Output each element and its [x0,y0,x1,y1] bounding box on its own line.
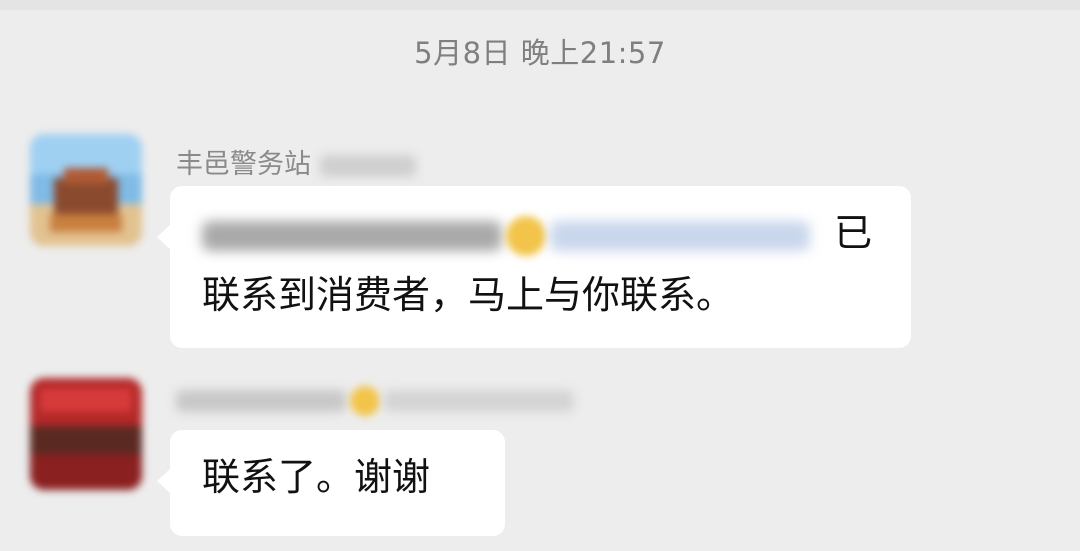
chat-timestamp: 5月8日 晚上21:57 [414,36,666,70]
blurred-sender-name [176,389,346,412]
station-avatar-icon [30,134,142,246]
avatar[interactable] [30,134,142,246]
message-bubble[interactable]: 联系了。谢谢 [157,430,505,536]
emoji-blurred-icon [350,385,380,416]
sender-name [176,384,574,416]
message-text-line2: 联系到消费者，马上与你联系。 [202,273,735,317]
bubble-tail [157,468,171,494]
blurred-mention [202,220,502,251]
top-divider [0,0,1080,10]
emoji-blurred-icon [506,215,546,256]
message-text-line1-end: 已 [834,211,873,255]
bubble-tail [157,224,171,250]
blurred-mention-2 [550,220,810,251]
message-text: 联系了。谢谢 [202,455,431,499]
user-avatar-icon [30,378,142,490]
blurred-sender-suffix [384,389,574,412]
avatar[interactable] [30,378,142,490]
message-bubble[interactable]: 已 联系到消费者，马上与你联系。 [157,186,911,348]
blurred-tag [319,154,416,177]
sender-name: 丰邑警务站 [176,142,416,181]
